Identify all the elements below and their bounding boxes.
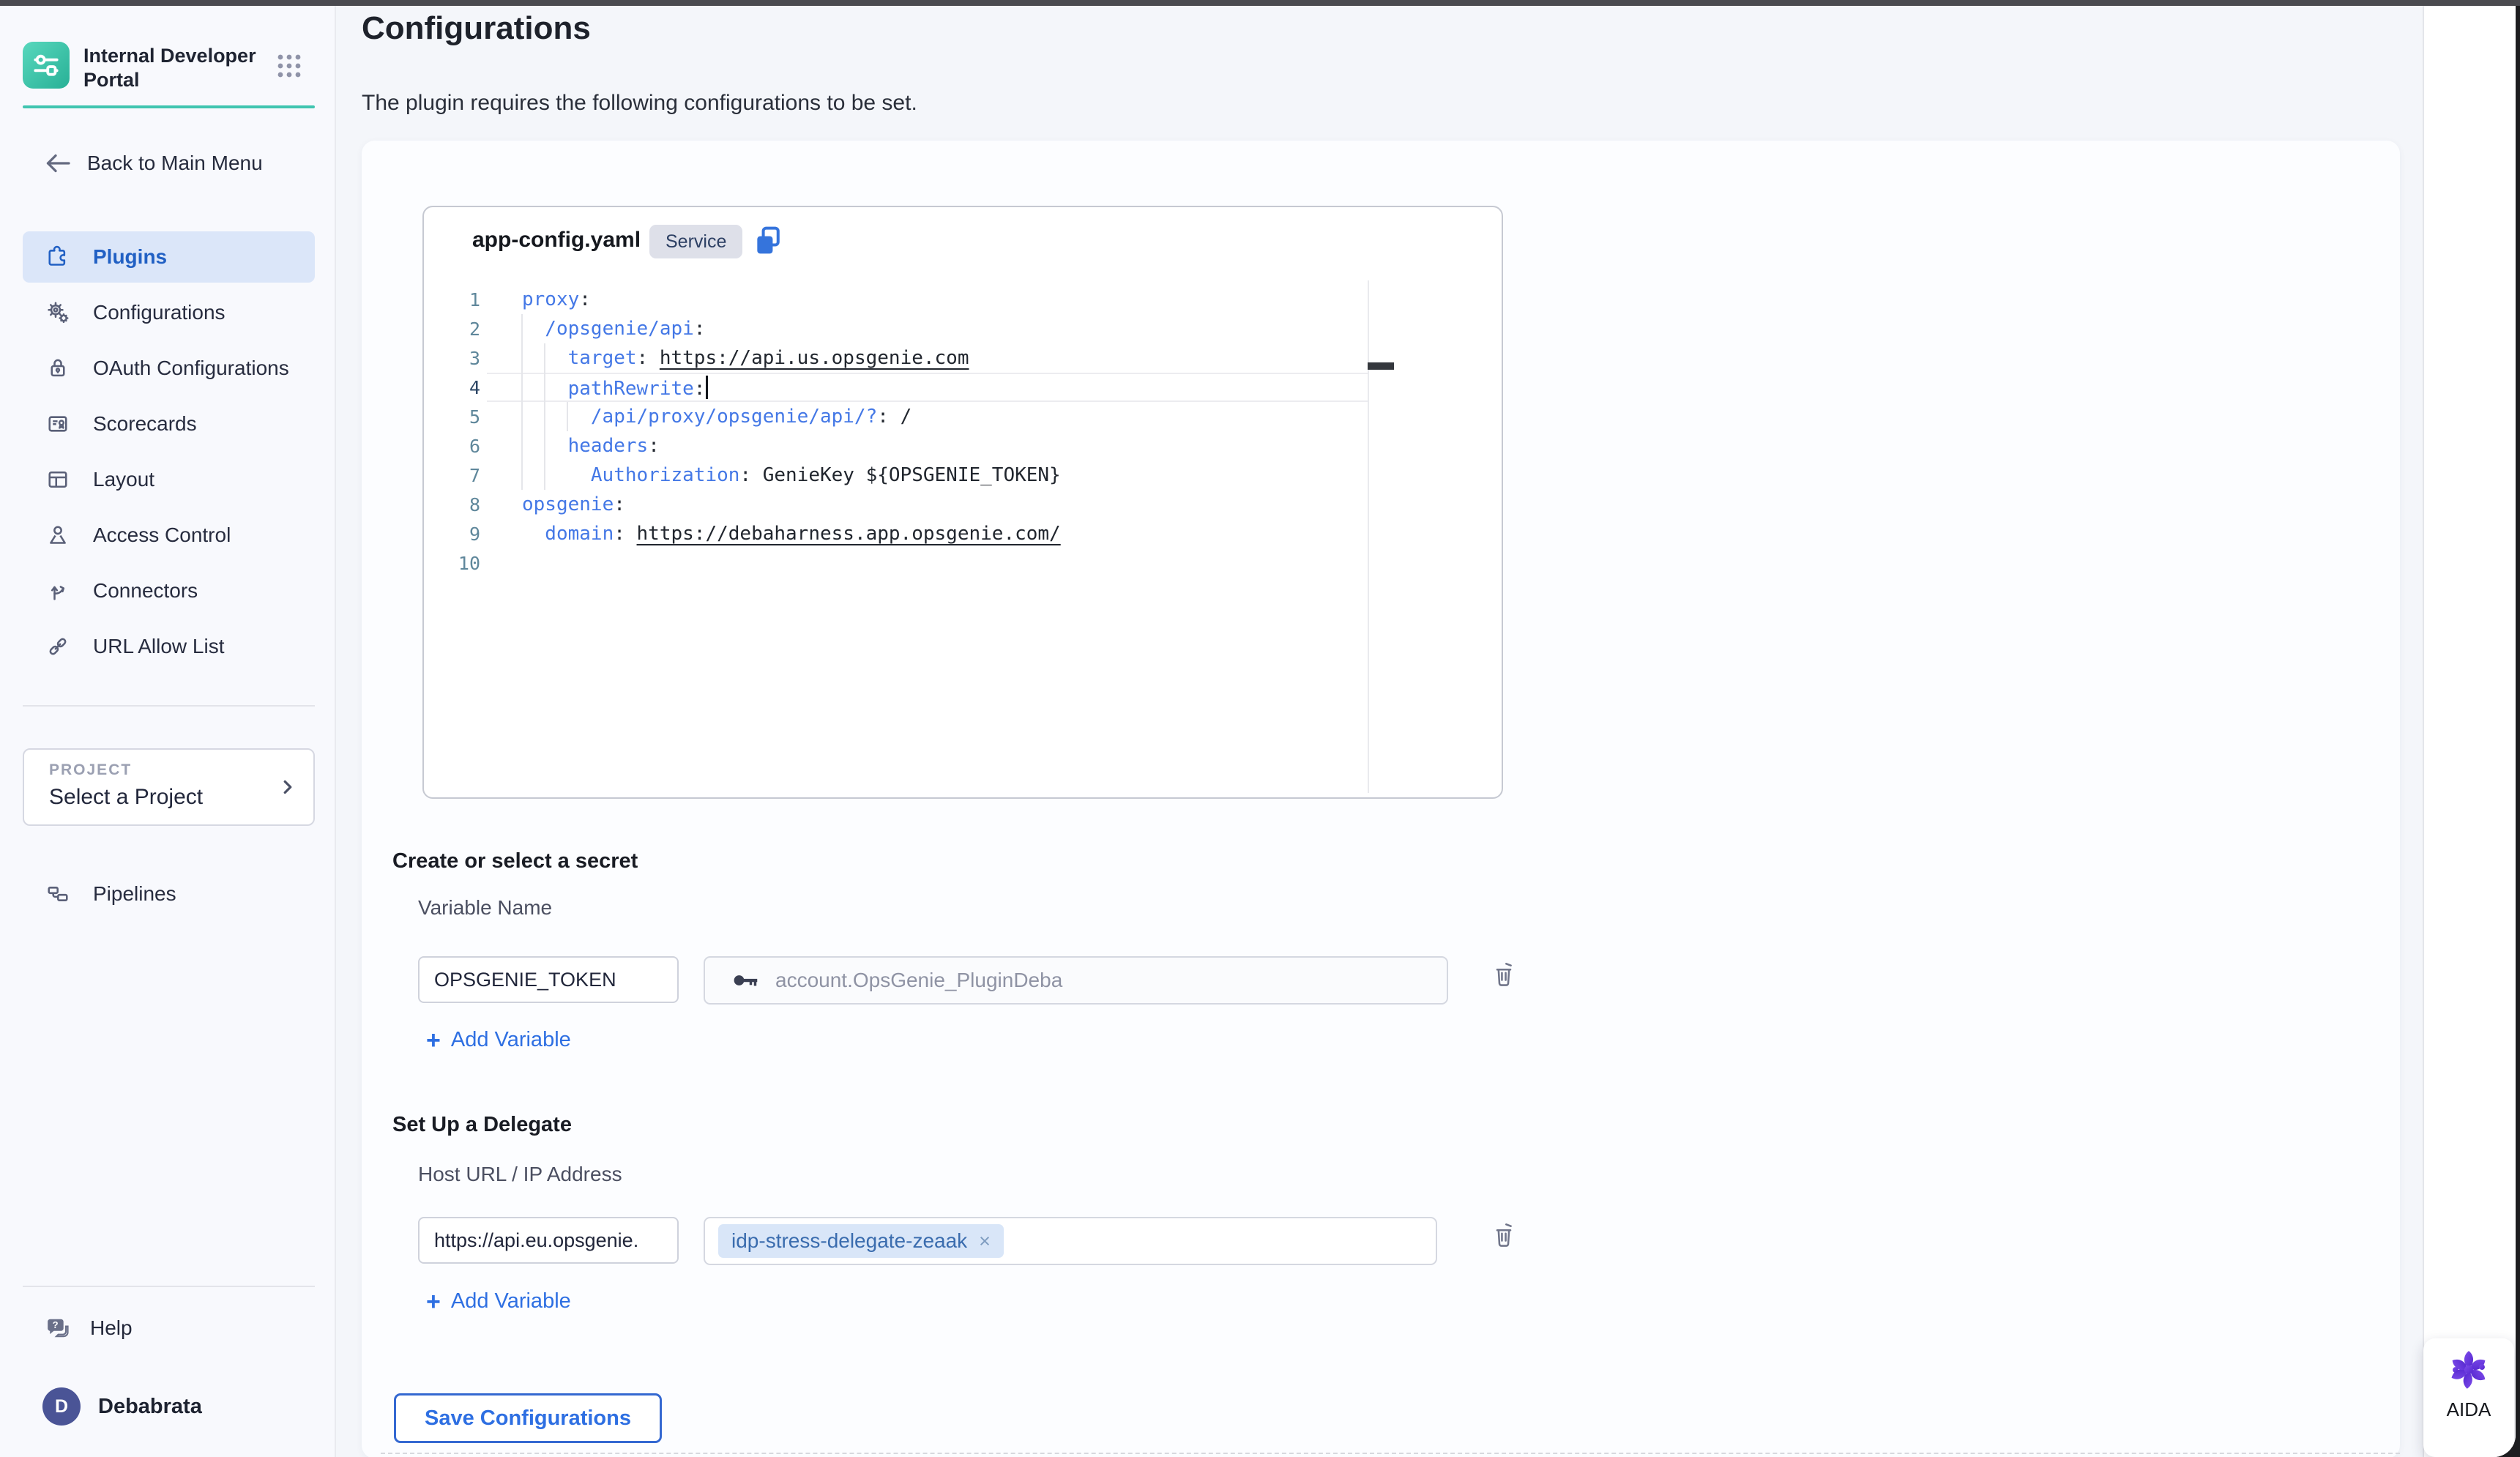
sidebar-nav: Plugins Configurations OAuth Configurati… (23, 231, 315, 677)
slider-logo-icon (30, 49, 62, 81)
code-line-active: 4pathRewrite: (424, 373, 1502, 402)
service-badge: Service (649, 225, 742, 258)
help-chat-icon: ? (43, 1315, 71, 1341)
variable-name-input[interactable] (418, 956, 679, 1003)
main-content: Configurations The plugin requires the f… (338, 6, 2423, 1457)
code-line: 5/api/proxy/opsgenie/api/?: / (424, 402, 1502, 431)
sidebar-item-configurations[interactable]: Configurations (23, 287, 315, 338)
code-line: 3target: https://api.us.opsgenie.com (424, 343, 1502, 373)
code-line: 1proxy: (424, 285, 1502, 314)
back-label: Back to Main Menu (87, 152, 263, 175)
sidebar-item-label: OAuth Configurations (93, 357, 289, 380)
sidebar-item-pipelines[interactable]: Pipelines (23, 868, 315, 920)
trash-icon[interactable] (1491, 1220, 1520, 1253)
delegate-selector[interactable]: idp-stress-delegate-zeaak × (704, 1217, 1437, 1265)
back-arrow-icon (45, 152, 71, 174)
plus-icon: + (426, 1291, 441, 1313)
add-variable-button[interactable]: + Add Variable (426, 1289, 571, 1313)
close-icon[interactable]: × (979, 1230, 991, 1253)
trash-icon[interactable] (1491, 959, 1520, 993)
code-line: 2/opsgenie/api: (424, 314, 1502, 343)
key-icon (731, 969, 762, 991)
project-value: Select a Project (49, 785, 203, 810)
sidebar-divider (23, 1286, 315, 1287)
brand-title: Internal Developer Portal (83, 44, 266, 92)
sidebar-item-label: Access Control (93, 523, 231, 547)
sidebar-item-plugins[interactable]: Plugins (23, 231, 315, 283)
delegate-section-heading: Set Up a Delegate (392, 1113, 572, 1137)
yaml-editor[interactable]: app-config.yaml Service 1proxy: 2/opsgen… (422, 206, 1503, 799)
aida-button[interactable]: AIDA (2423, 1338, 2514, 1457)
variable-name-label: Variable Name (418, 896, 552, 920)
sidebar-item-label: Layout (93, 468, 154, 491)
host-url-input[interactable] (418, 1217, 679, 1264)
sidebar-item-oauth-configurations[interactable]: OAuth Configurations (23, 343, 315, 394)
code-line: 10 (424, 548, 1502, 578)
aida-flower-icon (2446, 1347, 2491, 1393)
code-line: 6headers: (424, 431, 1502, 461)
window-top-edge (0, 0, 2520, 6)
page-subtitle: The plugin requires the following config… (362, 91, 917, 116)
sidebar: Internal Developer Portal Back to Main M… (0, 6, 336, 1457)
fork-icon (45, 578, 71, 604)
section-dashed-divider (381, 1453, 2400, 1454)
sidebar-item-layout[interactable]: Layout (23, 454, 315, 505)
aida-label: AIDA (2447, 1398, 2491, 1421)
right-rail (2423, 6, 2516, 1457)
sidebar-item-scorecards[interactable]: Scorecards (23, 398, 315, 450)
plus-icon: + (426, 1029, 441, 1051)
brand-accent-rule (23, 105, 315, 108)
scorecard-icon (45, 411, 71, 437)
add-variable-button[interactable]: + Add Variable (426, 1028, 571, 1052)
sidebar-item-help[interactable]: ? Help (23, 1303, 315, 1353)
host-url-label: Host URL / IP Address (418, 1163, 622, 1186)
text-cursor (706, 376, 708, 399)
lock-icon (45, 355, 71, 381)
sidebar-item-label: Configurations (93, 301, 225, 324)
project-label: PROJECT (49, 761, 132, 779)
secret-selector[interactable]: account.OpsGenie_PluginDeba (704, 956, 1448, 1005)
pipelines-icon (45, 881, 71, 907)
app-switcher-grid-icon[interactable] (275, 51, 304, 81)
back-to-main-menu[interactable]: Back to Main Menu (23, 146, 315, 180)
person-icon (45, 522, 71, 548)
user-name: Debabrata (98, 1395, 202, 1419)
sidebar-item-access-control[interactable]: Access Control (23, 510, 315, 561)
secret-value: account.OpsGenie_PluginDeba (775, 969, 1062, 992)
app-window: Internal Developer Portal Back to Main M… (0, 6, 2516, 1457)
svg-text:?: ? (53, 1319, 59, 1330)
code-line: 7Authorization: GenieKey ${OPSGENIE_TOKE… (424, 461, 1502, 490)
sidebar-item-label: Help (90, 1316, 133, 1340)
sidebar-item-connectors[interactable]: Connectors (23, 565, 315, 616)
sidebar-item-label: Pipelines (93, 882, 176, 906)
sidebar-item-label: Plugins (93, 245, 167, 269)
secret-section-heading: Create or select a secret (392, 849, 638, 873)
copy-icon[interactable] (752, 223, 784, 258)
configurations-panel: app-config.yaml Service 1proxy: 2/opsgen… (362, 141, 2400, 1457)
page-title: Configurations (362, 10, 591, 47)
user-menu[interactable]: D Debabrata (23, 1382, 315, 1431)
editor-filename: app-config.yaml (472, 228, 641, 253)
layout-icon (45, 466, 71, 493)
sidebar-item-label: Connectors (93, 579, 198, 603)
save-configurations-button[interactable]: Save Configurations (394, 1393, 662, 1443)
puzzle-icon (45, 244, 71, 270)
avatar: D (42, 1387, 81, 1426)
link-icon (45, 633, 71, 660)
gears-icon (45, 299, 71, 326)
code-area[interactable]: 1proxy: 2/opsgenie/api: 3target: https:/… (424, 285, 1502, 578)
idp-logo (23, 42, 70, 89)
sidebar-item-label: URL Allow List (93, 635, 224, 658)
sidebar-divider (23, 705, 315, 707)
project-selector[interactable]: PROJECT Select a Project (23, 748, 315, 826)
code-line: 9domain: https://debaharness.app.opsgeni… (424, 519, 1502, 548)
chevron-right-icon (277, 775, 299, 800)
delegate-chip[interactable]: idp-stress-delegate-zeaak × (718, 1224, 1004, 1258)
sidebar-item-url-allow-list[interactable]: URL Allow List (23, 621, 315, 672)
sidebar-item-label: Scorecards (93, 412, 197, 436)
code-line: 8opsgenie: (424, 490, 1502, 519)
